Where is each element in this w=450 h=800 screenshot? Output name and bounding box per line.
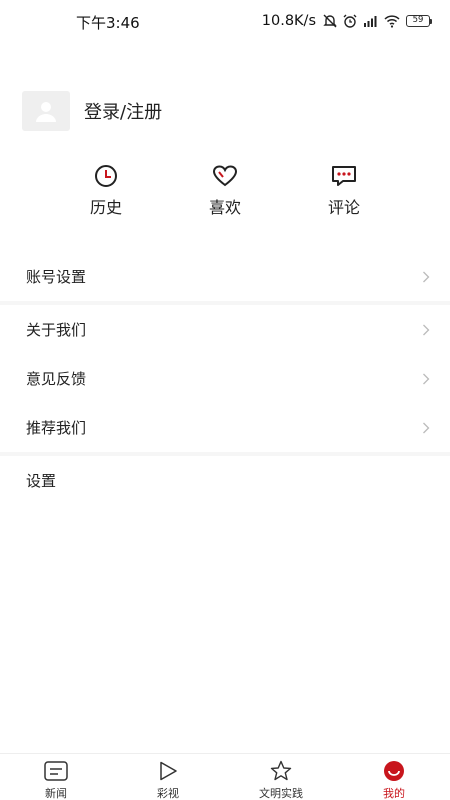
tab-civilization[interactable]: 文明实践 [241, 760, 321, 800]
tab-mine[interactable]: 我的 [354, 760, 434, 800]
quick-actions: 历史 喜欢 评论 [0, 163, 450, 219]
menu-item-account-settings[interactable]: 账号设置 [0, 252, 450, 301]
menu-item-recommend[interactable]: 推荐我们 [0, 403, 450, 452]
status-time: 下午3:46 [76, 14, 140, 32]
battery-level: 59 [406, 15, 430, 27]
bottom-tab-bar: 新闻 彩视 文明实践 我的 [0, 753, 450, 800]
heart-icon [212, 165, 238, 187]
history-button[interactable]: 历史 [66, 163, 146, 218]
likes-label: 喜欢 [208, 198, 241, 217]
menu-item-label: 推荐我们 [26, 419, 87, 437]
comment-icon [332, 166, 356, 186]
history-label: 历史 [89, 198, 122, 217]
tab-label: 新闻 [45, 787, 67, 800]
login-register-link[interactable]: 登录/注册 [84, 98, 162, 124]
star-icon [270, 760, 292, 781]
comments-button[interactable]: 评论 [304, 163, 384, 218]
mute-bell-icon [323, 14, 337, 28]
chevron-right-icon [423, 324, 430, 335]
settings-menu: 账号设置 关于我们 意见反馈 推荐我们 设置 [0, 252, 450, 505]
wifi-icon [384, 15, 400, 28]
menu-item-label: 设置 [26, 472, 57, 490]
user-placeholder-icon [36, 102, 56, 122]
play-icon [160, 761, 177, 781]
chevron-right-icon [423, 422, 430, 433]
clock-icon [95, 165, 117, 187]
menu-item-label: 意见反馈 [26, 370, 87, 388]
likes-button[interactable]: 喜欢 [185, 163, 265, 218]
mine-icon [384, 761, 404, 781]
menu-item-label: 关于我们 [26, 321, 87, 339]
menu-item-feedback[interactable]: 意见反馈 [0, 354, 450, 403]
chevron-right-icon [423, 271, 430, 282]
profile-login[interactable]: 登录/注册 [22, 91, 162, 131]
chevron-right-icon [423, 373, 430, 384]
news-icon [44, 761, 68, 781]
signal-icon [364, 16, 377, 27]
network-speed: 10.8K/s [261, 13, 316, 29]
tab-label: 我的 [383, 787, 405, 800]
status-indicators: 10.8K/s 59 [262, 11, 432, 31]
tab-news[interactable]: 新闻 [16, 760, 96, 800]
avatar[interactable] [22, 91, 70, 131]
comments-label: 评论 [327, 198, 360, 217]
menu-item-label: 账号设置 [26, 268, 87, 286]
tab-video[interactable]: 彩视 [128, 760, 208, 800]
tab-label: 文明实践 [259, 787, 303, 800]
battery-icon: 59 [406, 15, 432, 27]
alarm-icon [343, 14, 357, 28]
tab-label: 彩视 [157, 787, 179, 800]
status-bar: 下午3:46 10.8K/s 59 [0, 0, 450, 42]
menu-item-settings[interactable]: 设置 [0, 456, 450, 505]
menu-item-about-us[interactable]: 关于我们 [0, 305, 450, 354]
